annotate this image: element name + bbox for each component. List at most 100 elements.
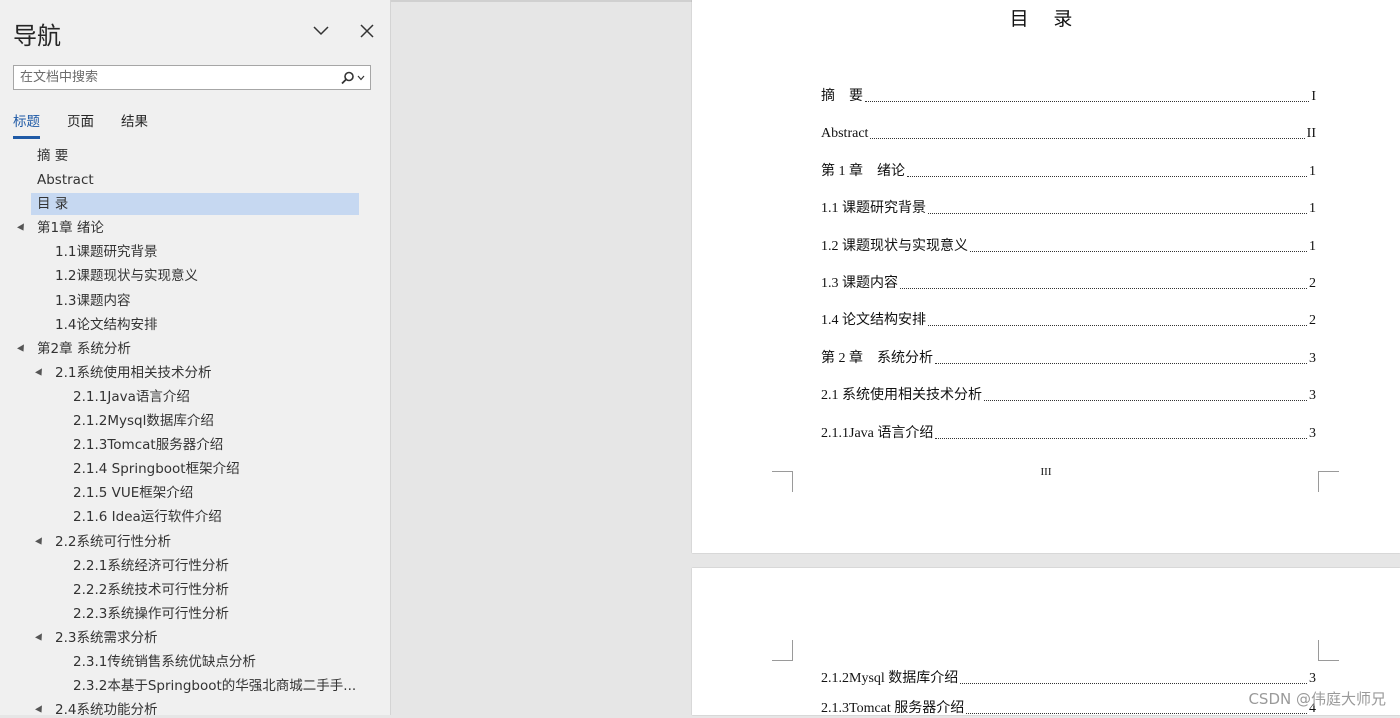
toc-entry[interactable]: 2.1.2Mysql 数据库介绍 3 xyxy=(821,668,1316,688)
nav-pane-title: 导航 xyxy=(13,22,61,50)
toc-entry-page: I xyxy=(1311,89,1316,104)
heading-label: 2.1.6 Idea运行软件介绍 xyxy=(73,509,222,526)
toc-entry[interactable]: Abstract II xyxy=(821,123,1316,143)
search-options-button[interactable] xyxy=(338,68,368,87)
heading-label: 2.2.2系统技术可行性分析 xyxy=(73,581,229,598)
toc-entry-text: 第 2 章 系统分析 xyxy=(821,350,933,366)
search-box xyxy=(13,65,371,90)
toc-entry[interactable]: 2.1.3Tomcat 服务器介绍 4 xyxy=(821,698,1316,718)
toc-entry-text: 第 1 章 绪论 xyxy=(821,163,905,179)
heading-label: 第1章 绪论 xyxy=(37,220,104,237)
page-corner-mark xyxy=(1318,471,1339,492)
toc-entry-text: 2.1.3Tomcat 服务器介绍 xyxy=(821,701,965,716)
heading-item[interactable]: 2.2.3系统操作可行性分析 xyxy=(0,602,390,626)
heading-label: 2.1.3Tomcat服务器介绍 xyxy=(73,437,224,454)
toc-entry-text: 1.4 论文结构安排 xyxy=(821,313,926,329)
navigation-pane: 导航 标题 页面 结果 摘 要 Abstract 目 录第1章 绪论 1.1课题研究背… xyxy=(0,0,391,715)
heading-label: 摘 要 xyxy=(37,148,69,164)
toc-dot-leader xyxy=(935,362,1307,364)
heading-item[interactable]: 1.4论文结构安排 xyxy=(0,313,390,337)
heading-item[interactable]: 2.2.2系统技术可行性分析 xyxy=(0,578,390,602)
heading-label: 2.1.4 Springboot框架介绍 xyxy=(73,461,240,478)
toc-entry-page: 1 xyxy=(1309,201,1316,217)
toc-entry[interactable]: 2.1.1Java 语言介绍 3 xyxy=(821,423,1316,443)
heading-label: 2.2系统可行性分析 xyxy=(55,533,171,550)
heading-label: 2.2.3系统操作可行性分析 xyxy=(73,605,229,622)
toc-entry-page: 3 xyxy=(1309,671,1316,686)
toc-entry-page: 3 xyxy=(1309,425,1316,441)
toc-entry[interactable]: 摘 要I xyxy=(821,86,1316,106)
heading-item[interactable]: 2.2.1系统经济可行性分析 xyxy=(0,554,390,578)
collapse-arrow-icon[interactable] xyxy=(35,705,45,715)
tab-headings[interactable]: 标题 xyxy=(13,110,40,139)
heading-item[interactable]: 2.1.1Java语言介绍 xyxy=(0,385,390,409)
toc-entry-page: II xyxy=(1306,126,1316,142)
heading-item[interactable]: 1.3课题内容 xyxy=(0,289,390,313)
close-icon[interactable] xyxy=(356,20,378,42)
toc-entry-page: 1 xyxy=(1309,163,1316,179)
heading-item[interactable]: 摘 要 xyxy=(0,144,390,168)
toc-entry-text: 1.1 课题研究背景 xyxy=(821,201,926,217)
heading-item[interactable]: 2.1.6 Idea运行软件介绍 xyxy=(0,505,390,529)
heading-item[interactable]: 2.1.2Mysql数据库介绍 xyxy=(0,409,390,433)
toc-dot-leader xyxy=(970,250,1307,252)
toc-dot-leader xyxy=(907,175,1307,177)
toc-entry[interactable]: 1.1 课题研究背景 1 xyxy=(821,198,1316,218)
heading-item[interactable]: 1.2课题现状与实现意义 xyxy=(0,264,390,288)
tab-results[interactable]: 结果 xyxy=(121,110,148,136)
heading-item[interactable]: 2.1.5 VUE框架介绍 xyxy=(0,481,390,505)
heading-item[interactable]: Abstract xyxy=(0,168,390,192)
heading-item[interactable]: 1.1课题研究背景 xyxy=(0,240,390,264)
collapse-arrow-icon[interactable] xyxy=(35,633,45,643)
collapse-arrow-icon[interactable] xyxy=(35,368,45,378)
toc-entry[interactable]: 1.4 论文结构安排 2 xyxy=(821,310,1316,330)
toc-entry-text: 1.2 课题现状与实现意义 xyxy=(821,238,968,254)
toc-entry[interactable]: 第 1 章 绪论 1 xyxy=(821,161,1316,181)
toc-dot-leader xyxy=(935,437,1307,439)
heading-item[interactable]: 2.2系统可行性分析 xyxy=(0,530,390,554)
chevron-down-icon xyxy=(357,75,365,80)
toc-entry-text: 2.1.1Java 语言介绍 xyxy=(821,425,934,441)
toc-dot-leader xyxy=(984,400,1307,402)
toc-entry[interactable]: 第 2 章 系统分析 3 xyxy=(821,348,1316,368)
toc-entry-text: 摘 要 xyxy=(821,89,863,104)
document-page[interactable]: 目 录 摘 要 I Abstract II 第 1 章 绪论 1 1.1 课题研究背景 1 1.… xyxy=(692,0,1400,553)
toc-entry-text: 2.1.2Mysql 数据库介绍 xyxy=(821,671,959,686)
toc-dot-leader xyxy=(966,713,1307,714)
heading-item[interactable]: 2.3系统需求分析 xyxy=(0,626,390,650)
search-input[interactable] xyxy=(20,68,330,87)
toc-dot-leader xyxy=(928,213,1307,215)
tab-pages[interactable]: 页面 xyxy=(67,110,94,136)
toc-entry-page: 3 xyxy=(1309,388,1316,404)
toc-entry[interactable]: 2.1 系统使用相关技术分析 3 xyxy=(821,385,1316,405)
heading-item[interactable]: 目 录 xyxy=(0,192,390,216)
toc-title: 目 录 xyxy=(1009,9,1083,30)
toc-dot-leader xyxy=(960,683,1307,684)
toc-dot-leader xyxy=(900,288,1307,289)
heading-tree: 摘 要 Abstract 目 录第1章 绪论 1.1课题研究背景 1.2课题现状与实现意… xyxy=(0,144,390,715)
toc-entry[interactable]: 1.2 课题现状与实现意义 1 xyxy=(821,236,1316,256)
search-icon xyxy=(341,71,354,84)
heading-item[interactable]: 2.1.4 Springboot框架介绍 xyxy=(0,457,390,481)
toc-entry-text: Abstract xyxy=(821,126,869,142)
chevron-down-icon[interactable] xyxy=(310,20,332,42)
toc-entry-page: 3 xyxy=(1309,350,1316,366)
collapse-arrow-icon[interactable] xyxy=(35,536,45,547)
heading-label: 2.3.1传统销售系统优缺点分析 xyxy=(73,653,256,670)
page-corner-mark xyxy=(772,471,793,492)
heading-item[interactable]: 2.3.1传统销售系统优缺点分析 xyxy=(0,650,390,674)
heading-label: 2.1.2Mysql数据库介绍 xyxy=(73,413,214,430)
toc-dot-leader xyxy=(928,325,1307,327)
heading-item[interactable]: 第1章 绪论 xyxy=(0,216,390,240)
collapse-arrow-icon[interactable] xyxy=(17,223,27,233)
toc-entry-page: 2 xyxy=(1309,276,1316,291)
collapse-arrow-icon[interactable] xyxy=(17,344,27,354)
heading-item[interactable]: 第2章 系统分析 xyxy=(0,337,390,361)
heading-item[interactable]: 2.3.2本基于Springboot的华强北商城二手手... xyxy=(0,674,390,698)
heading-item[interactable]: 2.1.3Tomcat服务器介绍 xyxy=(0,433,390,457)
page-number: III xyxy=(1040,466,1052,478)
heading-item[interactable]: 2.4系统功能分析 xyxy=(0,698,390,715)
toc-entry[interactable]: 1.3 课题内容 2 xyxy=(821,273,1316,293)
heading-label: 目 录 xyxy=(37,196,69,213)
heading-item[interactable]: 2.1系统使用相关技术分析 xyxy=(0,361,390,385)
